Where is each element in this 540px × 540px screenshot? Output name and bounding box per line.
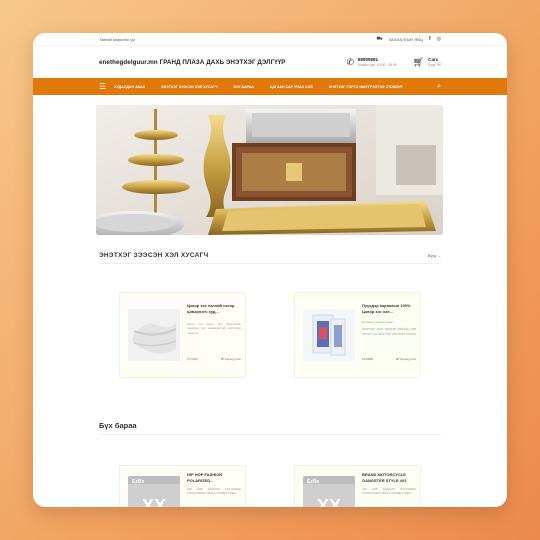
cart-button[interactable]: 🛒︎ Сагс Бүгд: 0₮ bbox=[413, 57, 441, 68]
site-logo[interactable]: enethegdelguur.mn ГРАНД ПЛАЗА ДАХЬ ЭНЭТХ… bbox=[99, 59, 286, 66]
product-card[interactable]: EzBe XX BRAND MOTORCYCLE GANGSTER STYLE … bbox=[294, 465, 421, 507]
compare-button[interactable]: ⇄ Харьцуулах bbox=[396, 357, 416, 361]
section-title: ЭНЭТХЭГ ЗЭЭСЭН ХЭЛ ХУСАГЧ bbox=[99, 252, 209, 259]
order-status-link[interactable]: ЗАХИАЛГЫН ЯВЦ bbox=[389, 37, 423, 42]
compare-button[interactable]: ⇄ Харьцуулах bbox=[221, 357, 241, 361]
product-image[interactable]: EzBe XX bbox=[303, 476, 355, 507]
product-description: Зэсэн хэл хусагч бол Энэтхэгийн Аюурвед … bbox=[187, 322, 241, 335]
product-subtitle: Коряжгын хэлний хусагч bbox=[362, 320, 394, 325]
product-card[interactable]: Лүүхдэр коряжгын 100% Цэвэр зэс хэл... К… bbox=[294, 292, 421, 378]
see-all-link[interactable]: Бүгд → bbox=[428, 253, 441, 258]
truck-icon[interactable]: ⛟ bbox=[376, 36, 382, 43]
compare-label: Харьцуулах bbox=[399, 357, 416, 361]
cart-label: Сагс bbox=[428, 57, 439, 62]
product-description: HIP HOP FASHION POLARIZED SUNGLASSES MEN… bbox=[362, 487, 416, 496]
nav-item-indian-goods[interactable]: ЭНЭТХЭГ ГОРГО ИМЭТРЭЭТЭЭ СТОВОУР bbox=[329, 85, 403, 89]
contact-block[interactable]: ✆ 88909691 Ажлын цаг: 10:00 - 18:00 bbox=[346, 57, 396, 68]
product-title[interactable]: Цэвэр зэс хэлний ногор цэвэрлэгч худ... bbox=[187, 303, 241, 314]
header-right: ✆ 88909691 Ажлын цаг: 10:00 - 18:00 🛒︎ С… bbox=[346, 57, 441, 68]
brand-mark: XX bbox=[142, 496, 166, 507]
product-image[interactable]: EzBe XX bbox=[128, 476, 180, 507]
compare-label: Харьцуулах bbox=[224, 357, 241, 361]
hamburger-menu-icon[interactable]: ☰ bbox=[99, 82, 106, 91]
nav-item-all-products[interactable]: БҮХ БАРАА bbox=[234, 85, 254, 89]
welcome-text: Тавтай морилно уу! bbox=[99, 36, 136, 42]
brass-decor-image bbox=[96, 105, 443, 235]
brand-logo: EzBe bbox=[132, 479, 144, 485]
product-image[interactable] bbox=[128, 309, 180, 361]
product-price: 15'000₮ bbox=[362, 357, 373, 361]
cart-icon: 🛒︎ bbox=[412, 56, 425, 67]
search-icon[interactable]: ⌕ bbox=[437, 83, 441, 91]
product-price: 15'000₮ bbox=[187, 357, 198, 361]
phone-number: 88909691 bbox=[358, 57, 379, 62]
facebook-icon[interactable]: f bbox=[429, 36, 431, 42]
nav-item-buy[interactable]: ХУДАЛДАН АВАХ bbox=[114, 85, 145, 89]
section-header-tongue-scraper: ЭНЭТХЭГ ЗЭЭСЭН ХЭЛ ХУСАГЧ Бүгд → bbox=[99, 252, 441, 264]
cart-total: Бүгд: 0₮ bbox=[428, 63, 441, 67]
instagram-icon[interactable]: ◎ bbox=[437, 36, 441, 42]
hero-banner[interactable] bbox=[96, 105, 443, 235]
product-description: HIP HOP FASHION POLARIZED SUNGLASSES MEN… bbox=[187, 487, 241, 496]
browser-page: Тавтай морилно уу! ⛟ ЗАХИАЛГЫН ЯВЦ f ◎ e… bbox=[33, 33, 507, 507]
product-description: ЭНЭТХЭГ 100% ЗЭСЭЭР ХИЙСЭН ХЭЛ ХУСАГЧ НЬ… bbox=[362, 327, 416, 336]
product-card[interactable]: EzBe XX HIP HOP FASHION POLARIZED... HIP… bbox=[119, 465, 246, 507]
nav-item-tsagaan-sar[interactable]: ЦАГААН САР УНАХ САЙ bbox=[270, 85, 313, 89]
working-hours: Ажлын цаг: 10:00 - 18:00 bbox=[358, 63, 397, 67]
product-image[interactable] bbox=[303, 309, 355, 361]
product-title[interactable]: HIP HOP FASHION POLARIZED... bbox=[187, 472, 241, 483]
brand-mark: XX bbox=[317, 496, 341, 507]
top-bar: Тавтай морилно уу! ⛟ ЗАХИАЛГЫН ЯВЦ f ◎ bbox=[33, 33, 507, 45]
brand-logo: EzBe bbox=[307, 479, 319, 485]
product-card[interactable]: Цэвэр зэс хэлний ногор цэвэрлэгч худ... … bbox=[119, 292, 246, 378]
product-title[interactable]: BRAND MOTORCYCLE GANGSTER STYLE #03 bbox=[362, 472, 416, 483]
section-header-all-products: Бүх бараа bbox=[99, 421, 441, 435]
product-title[interactable]: Лүүхдэр коряжгын 100% Цэвэр зэс хэл... bbox=[362, 303, 416, 314]
top-bar-right: ⛟ ЗАХИАЛГЫН ЯВЦ f ◎ bbox=[376, 36, 441, 43]
site-header: enethegdelguur.mn ГРАНД ПЛАЗА ДАХЬ ЭНЭТХ… bbox=[33, 45, 507, 78]
main-nav: ☰ ХУДАЛДАН АВАХ ЭНЭТХЭГ ЗЭЭСЭН ХЭЛ ХУСАГ… bbox=[33, 78, 507, 95]
section-title: Бүх бараа bbox=[99, 421, 137, 430]
nav-item-tongue-scraper[interactable]: ЭНЭТХЭГ ЗЭЭСЭН ХЭЛ ХУСАГЧ bbox=[161, 85, 217, 89]
phone-icon: ✆ bbox=[346, 56, 355, 67]
